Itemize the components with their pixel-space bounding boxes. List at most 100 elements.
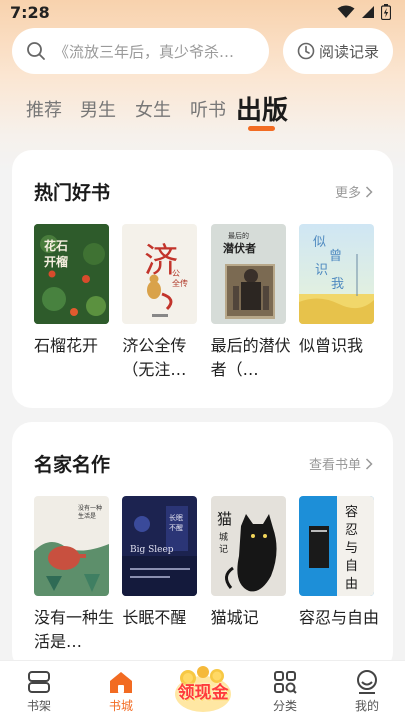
- book-item[interactable]: 容 忍 与 自 由 容忍与自由: [298, 496, 379, 654]
- bookshelf-icon: [28, 671, 50, 693]
- svg-text:容: 容: [345, 504, 358, 520]
- status-time: 7:28: [10, 2, 50, 22]
- svg-text:没有一种: 没有一种: [78, 504, 102, 512]
- book-item[interactable]: 济 公 全传 济公全传（无注…: [122, 224, 198, 382]
- cover-art: 花石 开榴: [34, 224, 109, 324]
- svg-text:生活是: 生活是: [78, 512, 96, 520]
- svg-text:忍: 忍: [345, 523, 358, 538]
- profile-icon: [357, 670, 377, 694]
- svg-text:城: 城: [219, 532, 228, 543]
- chevron-right-icon: [365, 185, 373, 198]
- hot-books-card: 热门好书 更多 花石 开榴 石榴花开 济 公 全传 济公全传（无注… 最后的 潜…: [12, 150, 393, 408]
- book-title: 最后的潜伏者（…: [210, 336, 291, 379]
- svg-text:似: 似: [313, 235, 326, 250]
- book-list: 花石 开榴 石榴花开 济 公 全传 济公全传（无注… 最后的 潜伏者 最后的潜伏…: [34, 224, 374, 382]
- svg-text:自: 自: [345, 559, 358, 574]
- nav-label: 书城: [108, 699, 133, 713]
- book-title: 似曾识我: [298, 336, 363, 355]
- search-row: 《流放三年后，真少爷杀… 阅读记录: [12, 28, 393, 74]
- home-icon: [110, 672, 132, 693]
- book-item[interactable]: 没有一种 生活是 没有一种生活是…: [34, 496, 114, 654]
- book-cover: 猫 城 记: [210, 496, 286, 596]
- cover-art: 济 公 全传: [122, 224, 198, 324]
- svg-text:最后的: 最后的: [228, 231, 249, 240]
- classics-card: 名家名作 查看书单 没有一种 生活是 没有一种生活是… 长眠 不醒 Big Sl…: [12, 422, 393, 672]
- nav-bookstore[interactable]: 书城: [91, 669, 151, 714]
- book-title: 石榴花开: [34, 336, 99, 355]
- tab-indicator: [248, 126, 275, 131]
- claim-cash-label: 领现金: [177, 682, 229, 703]
- svg-text:Big Sleep: Big Sleep: [130, 545, 174, 555]
- book-title: 猫城记: [210, 608, 259, 627]
- book-title: 容忍与自由: [298, 608, 379, 627]
- svg-text:花石: 花石: [44, 238, 68, 253]
- more-label: 更多: [334, 186, 361, 201]
- svg-text:与: 与: [345, 541, 358, 556]
- section-title: 名家名作: [34, 454, 111, 476]
- book-item[interactable]: 猫 城 记 猫城记: [210, 496, 286, 654]
- cover-art: 没有一种 生活是: [34, 496, 109, 596]
- cover-art: 猫 城 记: [210, 496, 286, 596]
- book-title: 没有一种生活是…: [34, 608, 115, 651]
- tab-publish[interactable]: 出版: [236, 90, 288, 127]
- svg-text:长眠: 长眠: [169, 513, 183, 522]
- cover-art: 最后的 潜伏者: [210, 224, 286, 324]
- svg-text:记: 记: [219, 544, 228, 555]
- section-title: 热门好书: [34, 182, 111, 204]
- tab-female[interactable]: 女生: [135, 96, 171, 122]
- nav-bookshelf[interactable]: 书架: [9, 669, 69, 714]
- channel-tabs: 推荐 男生 女生 听书 出版: [0, 90, 405, 134]
- wifi-icon: [337, 5, 355, 18]
- book-cover: 容 忍 与 自 由: [298, 496, 374, 596]
- book-cover: 没有一种 生活是: [34, 496, 109, 596]
- nav-label: 书架: [26, 699, 51, 713]
- cover-art: 长眠 不醒 Big Sleep: [122, 496, 198, 596]
- book-item[interactable]: 似 曾 识 我 似曾识我: [298, 224, 374, 382]
- search-icon: [27, 42, 45, 60]
- search-input[interactable]: 《流放三年后，真少爷杀…: [12, 28, 269, 74]
- book-cover: 济 公 全传: [122, 224, 198, 324]
- cover-art: 似 曾 识 我: [298, 224, 374, 324]
- tab-recommend[interactable]: 推荐: [26, 96, 62, 122]
- tab-audiobook[interactable]: 听书: [190, 96, 226, 122]
- book-title: 长眠不醒: [122, 608, 187, 627]
- svg-text:由: 由: [345, 577, 358, 592]
- book-cover: 花石 开榴: [34, 224, 109, 324]
- view-booklist-link[interactable]: 查看书单: [309, 454, 373, 473]
- svg-text:全传: 全传: [172, 278, 188, 288]
- more-label: 查看书单: [308, 458, 361, 473]
- svg-text:识: 识: [315, 263, 328, 278]
- status-bar: 7:28: [0, 0, 405, 24]
- book-item[interactable]: 最后的 潜伏者 最后的潜伏者（…: [210, 224, 291, 382]
- header-background: [0, 0, 405, 170]
- search-placeholder: 《流放三年后，真少爷杀…: [54, 42, 235, 61]
- status-icons: [337, 4, 391, 20]
- book-list: 没有一种 生活是 没有一种生活是… 长眠 不醒 Big Sleep 长眠不醒 猫…: [34, 496, 379, 654]
- reading-history-button[interactable]: 阅读记录: [283, 28, 393, 74]
- svg-text:开榴: 开榴: [44, 254, 68, 269]
- category-icon: [274, 671, 297, 694]
- book-cover: 似 曾 识 我: [298, 224, 374, 324]
- nav-profile[interactable]: 我的: [337, 669, 397, 714]
- svg-text:我: 我: [331, 277, 344, 292]
- nav-label: 我的: [354, 699, 379, 713]
- nav-label: 分类: [272, 699, 297, 713]
- svg-text:潜伏者: 潜伏者: [223, 241, 256, 255]
- reading-history-label: 阅读记录: [318, 42, 379, 61]
- book-item[interactable]: 长眠 不醒 Big Sleep 长眠不醒: [122, 496, 198, 654]
- clock-icon: [297, 42, 315, 60]
- book-item[interactable]: 花石 开榴 石榴花开: [34, 224, 109, 382]
- book-cover: 长眠 不醒 Big Sleep: [122, 496, 198, 596]
- claim-cash-button[interactable]: 领现金: [170, 664, 236, 716]
- chevron-right-icon: [365, 457, 373, 470]
- more-link[interactable]: 更多: [335, 182, 373, 201]
- book-title: 济公全传（无注…: [122, 336, 187, 379]
- cover-art: 容 忍 与 自 由: [298, 496, 374, 596]
- tab-male[interactable]: 男生: [80, 96, 116, 122]
- book-cover: 最后的 潜伏者: [210, 224, 286, 324]
- svg-text:公: 公: [172, 269, 180, 278]
- nav-category[interactable]: 分类: [255, 669, 315, 714]
- svg-text:猫: 猫: [217, 510, 232, 528]
- signal-icon: [362, 6, 374, 18]
- svg-text:不醒: 不醒: [169, 524, 183, 532]
